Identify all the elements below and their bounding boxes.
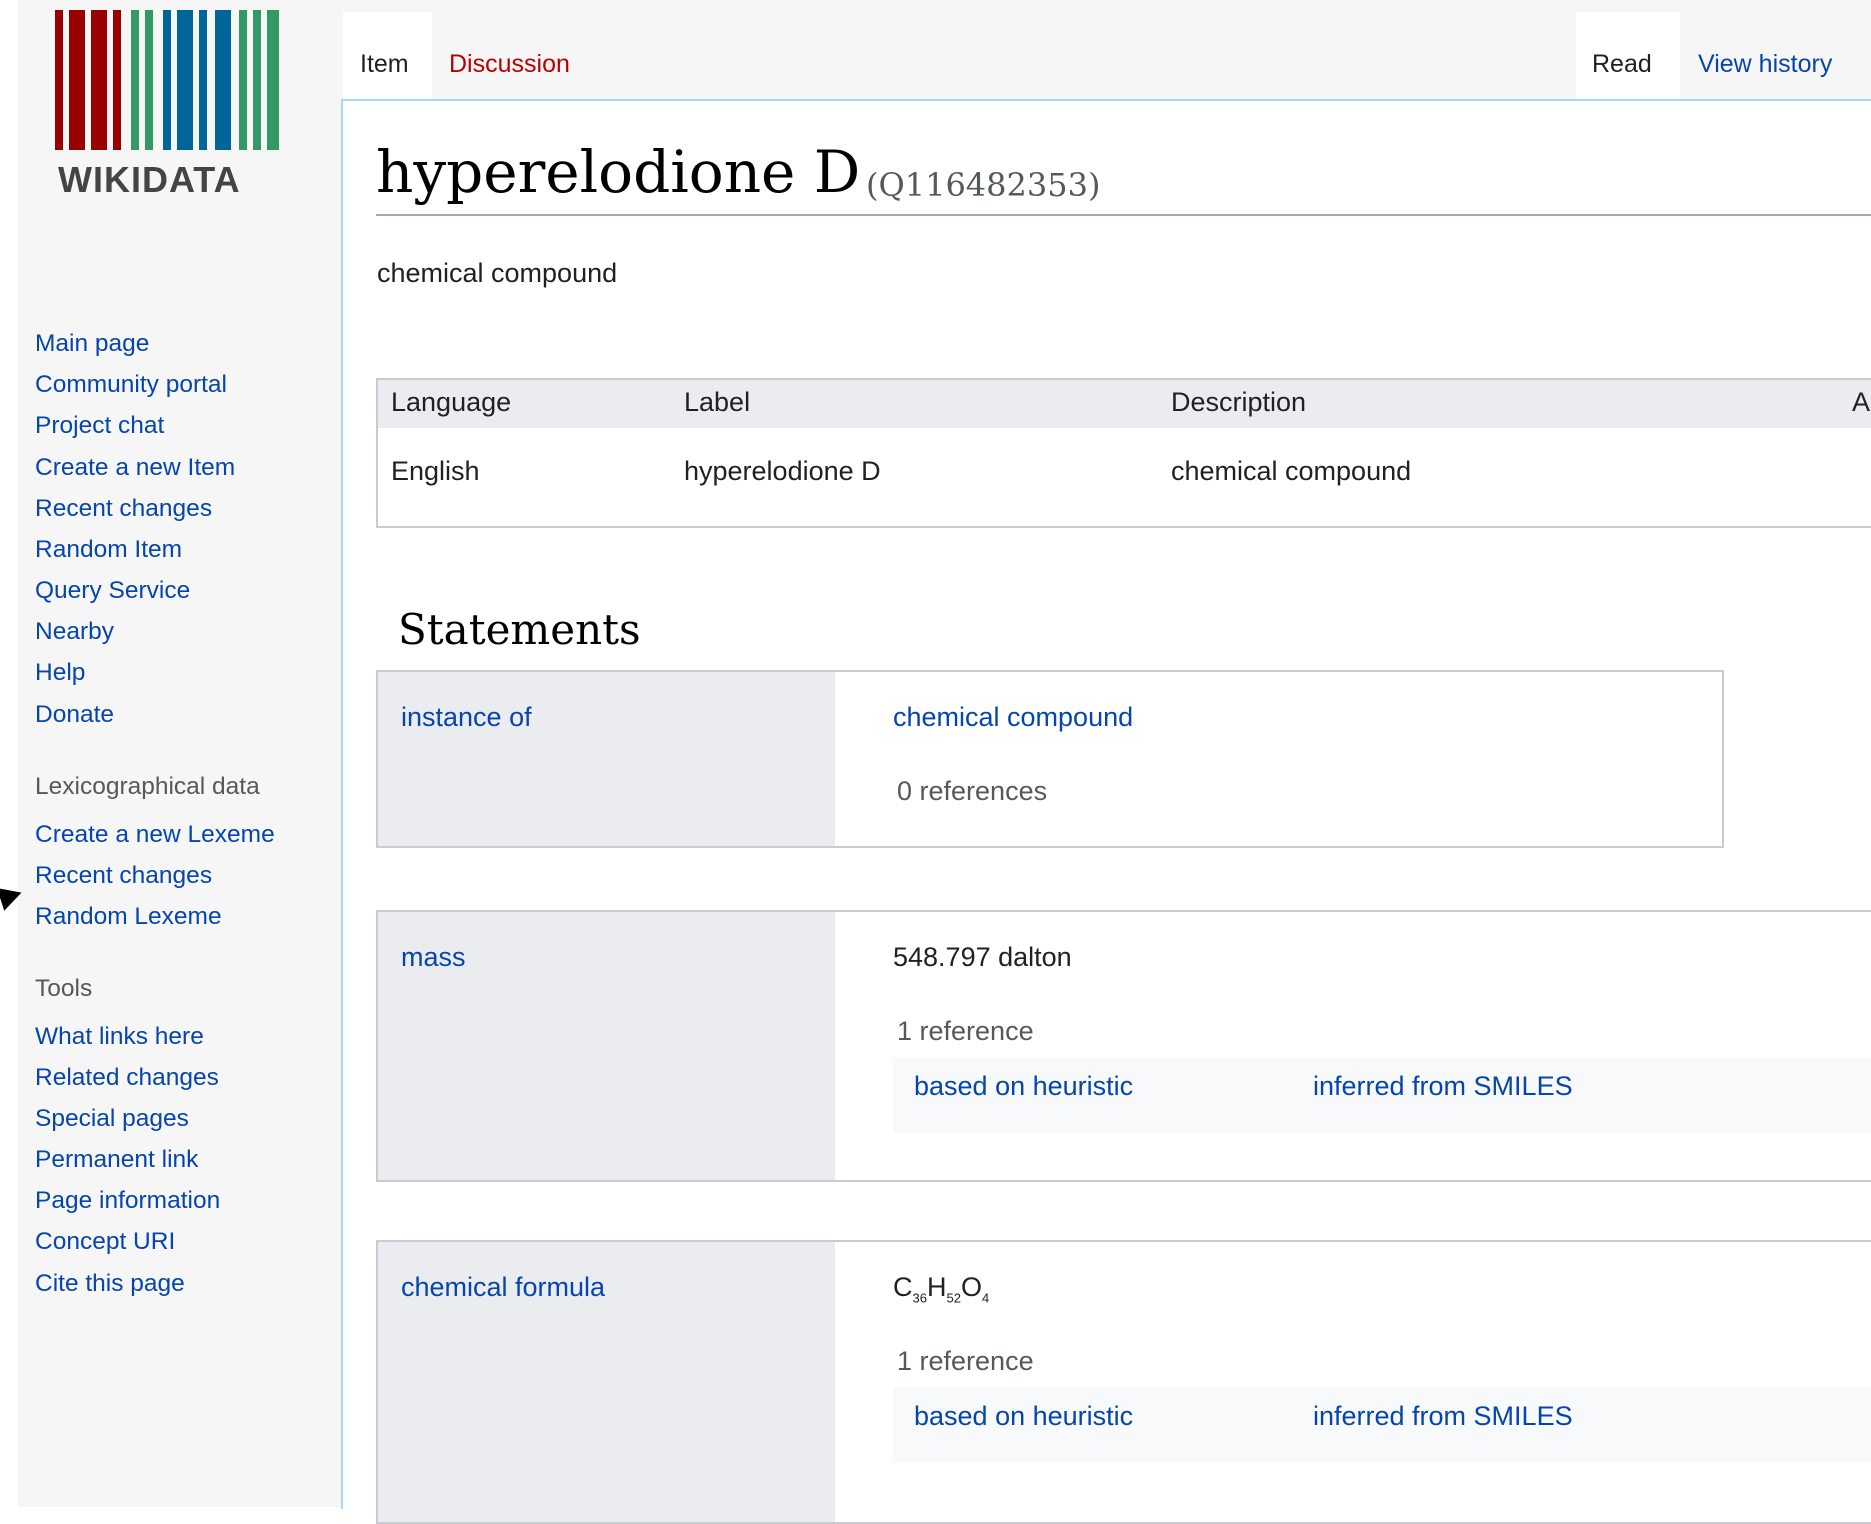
- formula-hydrogen: H: [926, 1272, 947, 1302]
- header-language: Language: [391, 387, 512, 417]
- statement-mass: mass 548.797 dalton 1 reference based on…: [376, 910, 1871, 1182]
- sidebar-item-donate[interactable]: Donate: [35, 701, 114, 729]
- references-toggle[interactable]: 1 reference: [897, 1346, 1034, 1377]
- header-label: Label: [684, 387, 751, 417]
- statements-heading: Statements: [398, 605, 641, 654]
- tab-view-history[interactable]: View history: [1682, 12, 1871, 100]
- sidebar-item-query-service[interactable]: Query Service: [35, 577, 190, 605]
- sidebar-item-project-chat[interactable]: Project chat: [35, 412, 164, 440]
- statement-property-cell: chemical formula: [378, 1242, 835, 1522]
- title-divider: [376, 214, 1871, 216]
- labels-table-header: Language Label Description A: [378, 380, 1871, 428]
- tab-item-label: Item: [360, 50, 409, 78]
- item-description: chemical compound: [377, 258, 618, 288]
- tab-discussion-label: Discussion: [449, 50, 570, 78]
- property-mass-link[interactable]: mass: [401, 942, 466, 973]
- row-language: English: [391, 456, 480, 486]
- tab-discussion[interactable]: Discussion: [434, 12, 604, 100]
- wikidata-wordmark[interactable]: WIKIDATA: [58, 159, 241, 201]
- sidebar-item-random-item[interactable]: Random Item: [35, 536, 182, 564]
- value-chemical-formula: C36H52O4: [893, 1272, 989, 1305]
- sidebar-item-lexeme-recent-changes[interactable]: Recent changes: [35, 862, 212, 890]
- sidebar-heading-lexicographical: Lexicographical data: [35, 773, 260, 800]
- formula-oxygen: O: [960, 1272, 982, 1302]
- sidebar-item-create-item[interactable]: Create a new Item: [35, 454, 235, 482]
- reference-property-link[interactable]: based on heuristic: [914, 1071, 1133, 1102]
- row-label: hyperelodione D: [684, 456, 881, 486]
- sidebar-item-community-portal[interactable]: Community portal: [35, 371, 227, 399]
- formula-hydrogen-count: 52: [946, 1290, 961, 1306]
- sidebar-item-recent-changes[interactable]: Recent changes: [35, 495, 212, 523]
- wikidata-logo-icon[interactable]: [55, 10, 285, 150]
- sidebar-item-concept-uri[interactable]: Concept URI: [35, 1228, 175, 1256]
- formula-oxygen-count: 4: [981, 1290, 990, 1306]
- row-description: chemical compound: [1171, 456, 1412, 486]
- formula-carbon-count: 36: [912, 1290, 927, 1306]
- header-aliases: A: [1852, 387, 1871, 417]
- tab-read[interactable]: Read: [1576, 12, 1680, 100]
- property-chemical-formula-link[interactable]: chemical formula: [401, 1272, 605, 1303]
- reference-value-link[interactable]: inferred from SMILES: [1313, 1401, 1573, 1432]
- formula-carbon: C: [893, 1272, 913, 1302]
- sidebar-item-main-page[interactable]: Main page: [35, 330, 149, 358]
- sidebar-item-permanent-link[interactable]: Permanent link: [35, 1146, 198, 1174]
- sidebar-item-related-changes[interactable]: Related changes: [35, 1064, 219, 1092]
- sidebar-item-special-pages[interactable]: Special pages: [35, 1105, 189, 1133]
- value-chemical-compound-link[interactable]: chemical compound: [893, 702, 1133, 733]
- sidebar-item-nearby[interactable]: Nearby: [35, 618, 114, 646]
- statement-property-cell: mass: [378, 912, 835, 1180]
- sidebar-item-cite-this-page[interactable]: Cite this page: [35, 1270, 185, 1298]
- sidebar-heading-tools: Tools: [35, 975, 93, 1002]
- labels-table: Language Label Description A English hyp…: [376, 378, 1871, 528]
- tab-item[interactable]: Item: [343, 12, 432, 100]
- value-mass: 548.797 dalton: [893, 942, 1072, 972]
- references-toggle[interactable]: 0 references: [897, 776, 1047, 807]
- reference-value-link[interactable]: inferred from SMILES: [1313, 1071, 1573, 1102]
- references-toggle[interactable]: 1 reference: [897, 1016, 1034, 1047]
- sidebar-item-what-links-here[interactable]: What links here: [35, 1023, 204, 1051]
- statement-property-cell: instance of: [378, 672, 835, 846]
- sidebar-item-random-lexeme[interactable]: Random Lexeme: [35, 903, 222, 931]
- reference-block: based on heuristic inferred from SMILES: [893, 1057, 1871, 1133]
- reference-property-link[interactable]: based on heuristic: [914, 1401, 1133, 1432]
- reference-block: based on heuristic inferred from SMILES: [893, 1387, 1871, 1463]
- sidebar-item-create-lexeme[interactable]: Create a new Lexeme: [35, 821, 275, 849]
- sidebar-item-help[interactable]: Help: [35, 659, 85, 687]
- header-description: Description: [1171, 387, 1307, 417]
- sidebar-item-page-information[interactable]: Page information: [35, 1187, 220, 1215]
- left-margin: [0, 0, 18, 1507]
- statement-chemical-formula: chemical formula C36H52O4 1 reference ba…: [376, 1240, 1871, 1524]
- statement-instance-of: instance of chemical compound 0 referenc…: [376, 670, 1724, 848]
- tab-view-history-label: View history: [1698, 50, 1833, 78]
- tab-read-label: Read: [1592, 50, 1652, 78]
- property-instance-of-link[interactable]: instance of: [401, 702, 532, 733]
- item-id: (Q116482353): [866, 166, 1101, 204]
- page-title: hyperelodione D: [376, 138, 861, 206]
